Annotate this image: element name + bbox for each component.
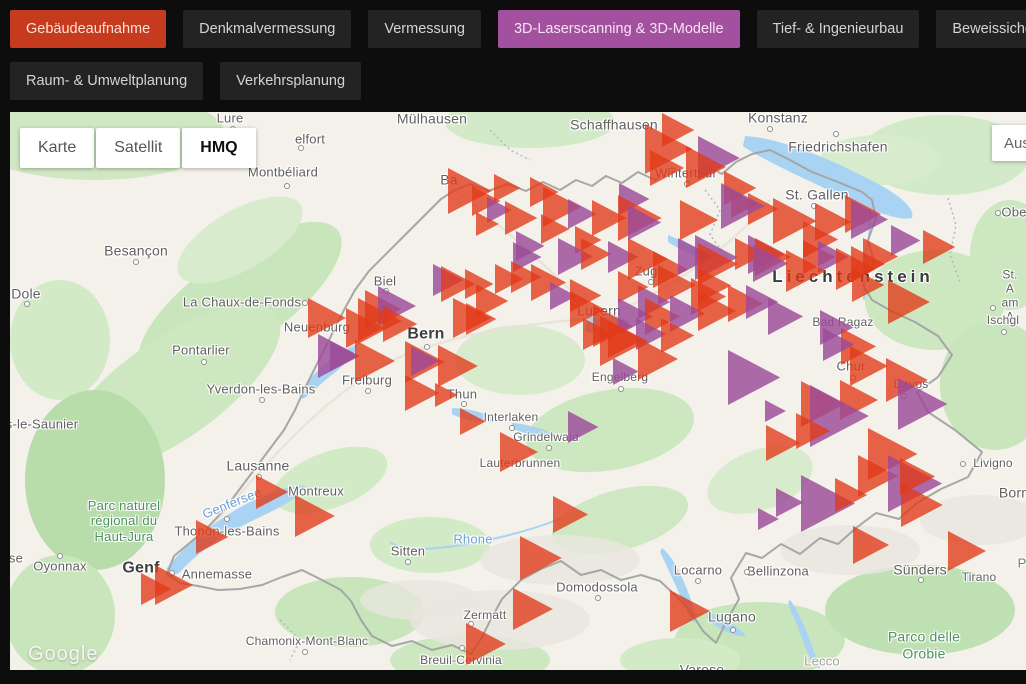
filter-button-tief-ingenieurbau[interactable]: Tief- & Ingenieurbau	[757, 10, 920, 48]
filter-button-3d-laserscanning-3d-modelle[interactable]: 3D-Laserscanning & 3D-Modelle	[498, 10, 740, 48]
filter-row-1: Gebäudeaufnahme Denkmalvermessung Vermessu…	[10, 10, 1026, 48]
filter-button-verkehrsplanung[interactable]: Verkehrsplanung	[220, 62, 361, 100]
page: { "nav": { "row1": [ {"label":"Gebäudeau…	[0, 0, 1026, 684]
filter-row-2: Raum- & Umweltplanung Verkehrsplanung	[10, 62, 1026, 100]
filter-button-beweissicherung-ba[interactable]: Beweissicherung & Ba	[936, 10, 1026, 48]
filter-button-geb-udeaufnahme[interactable]: Gebäudeaufnahme	[10, 10, 166, 48]
filter-header: Gebäudeaufnahme Denkmalvermessung Vermessu…	[0, 0, 1026, 112]
map-control-hmq[interactable]: HMQ	[182, 128, 255, 168]
map-type-controls: KarteSatellitHMQ	[20, 128, 256, 168]
map-control-satellit[interactable]: Satellit	[96, 128, 180, 168]
map-control-karte[interactable]: Karte	[20, 128, 94, 168]
filter-button-vermessung[interactable]: Vermessung	[368, 10, 481, 48]
filter-button-denkmalvermessung[interactable]: Denkmalvermessung	[183, 10, 351, 48]
filter-button-raum-umweltplanung[interactable]: Raum- & Umweltplanung	[10, 62, 203, 100]
fullscreen-button[interactable]: Aus	[992, 125, 1026, 161]
